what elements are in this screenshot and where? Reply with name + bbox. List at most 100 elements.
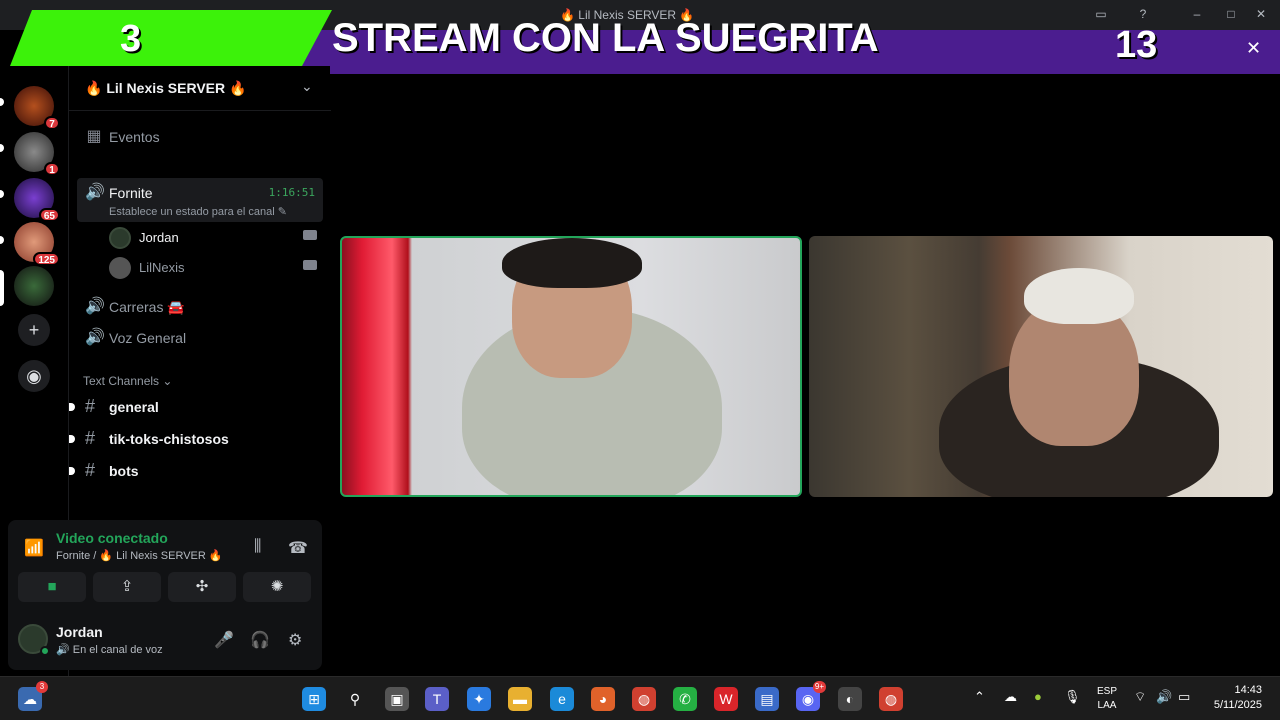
soundboard-button[interactable]: ✺ [243,572,311,602]
voice-channel-label: Carreras 🚘 [109,299,185,315]
unread-pill [0,98,4,106]
explore-icon[interactable]: ◉ [18,360,50,392]
server-badge: 125 [33,252,60,266]
signal-icon[interactable]: 📶 [24,538,44,558]
start-icon[interactable]: ⊞ [302,687,326,711]
teams-icon[interactable]: T [425,687,449,711]
banner-green-bar [10,10,332,66]
volume-icon[interactable]: 🔊 [1156,689,1172,705]
member-name: Jordan [139,230,179,245]
voice-connected-subtitle[interactable]: Fornite / 🔥 Lil Nexis SERVER 🔥 [56,549,223,562]
hash-icon: # [85,460,96,480]
unread-dot [69,435,75,443]
search-icon[interactable]: ⚲ [343,687,367,711]
chevron-down-icon[interactable]: ⌄ [301,78,313,95]
selected-pill [0,270,4,306]
server-icon[interactable]: 7 [14,86,60,130]
microphone-icon[interactable]: 🎤 [214,630,234,650]
left-score: 3 [120,18,142,60]
hash-icon: # [85,428,96,448]
voice-member[interactable]: LilNexis [109,255,323,281]
unread-dot [69,467,75,475]
camera-button[interactable]: ■ [18,572,86,602]
video-icon [303,260,317,270]
date: 5/11/2025 [1213,699,1262,711]
banner-title: STREAM CON LA SUEGRITA [332,16,879,60]
speaker-icon: 🔊 [85,184,105,201]
member-name: LilNexis [139,260,185,275]
chrome-profile-icon[interactable]: ◍ [879,687,903,711]
voice-timer: 1:16:51 [268,186,315,199]
wps-office-icon[interactable]: W [714,687,738,711]
wifi-icon[interactable]: ⌔ [1134,689,1146,705]
weather-badge: 3 [36,681,48,693]
server-icon[interactable]: 125 [14,222,60,266]
video-tile[interactable] [809,236,1273,497]
battery-icon[interactable]: ▭ [1178,689,1190,705]
divider [69,110,331,111]
hash-icon: # [85,396,96,416]
taskbar: ☁ 3 ⊞ ⚲ ▣ T ✦ ▬ e ◕ ◍ ✆ W ▤ ◉ 9+ ◐ ◍ ⌃ ☁… [0,676,1280,720]
channel-status[interactable]: Establece un estado para el canal ✎ [109,205,287,218]
speaker-icon: 🔊 [85,329,105,346]
speaker-icon: 🔊 [85,298,105,315]
server-badge: 1 [44,162,60,176]
voice-channel-fornite[interactable]: 🔊 Fornite 1:16:51 Establece un estado pa… [77,178,323,222]
app-tray-icon[interactable]: ● [1034,689,1042,704]
text-channel-general[interactable]: # general [69,392,323,422]
weather-icon[interactable]: ☁ 3 [18,681,48,711]
unread-pill [0,144,4,152]
server-icon[interactable]: 65 [14,178,60,222]
server-icon-active[interactable] [14,266,54,306]
server-icon[interactable]: 1 [14,132,60,176]
voice-channel-general[interactable]: 🔊 Voz General [77,323,323,353]
file-explorer-icon[interactable]: ▬ [508,687,532,711]
firefox-icon[interactable]: ◕ [591,687,615,711]
server-badge: 7 [44,116,60,130]
disconnect-icon[interactable]: ☎ [288,538,308,558]
voice-member[interactable]: Jordan [109,225,323,251]
onedrive-icon[interactable]: ☁ [1004,689,1017,705]
username[interactable]: Jordan [56,624,103,640]
headphones-icon[interactable]: 🎧 [250,630,270,650]
text-channels-category[interactable]: Text Channels ⌄ [83,374,172,388]
banner-close-icon[interactable]: ✕ [1246,38,1261,59]
discord-app: 🔥 Lil Nexis SERVER 🔥 ▭ ? – □ ✕ 3 STREAM … [0,0,1280,676]
chevron-up-icon[interactable]: ⌃ [974,689,985,705]
voice-connected-title: Video conectado [56,530,168,546]
text-channel-bots[interactable]: # bots [69,456,323,486]
discord-badge: 9+ [812,681,826,693]
task-view-icon[interactable]: ▣ [385,687,409,711]
edge-icon[interactable]: e [550,687,574,711]
lang-top: ESP [1097,686,1118,697]
avatar [109,257,131,279]
video-icon [303,230,317,240]
unread-dot [69,403,75,411]
voice-channel-label: Fornite [109,185,153,201]
voice-channel-carreras[interactable]: 🔊 Carreras 🚘 [77,292,323,322]
text-channel-tik-toks[interactable]: # tik-toks-chistosos [69,424,323,454]
discord-icon[interactable]: ◉ 9+ [796,681,826,711]
store-icon[interactable]: ▤ [755,687,779,711]
video-tile-speaking[interactable] [340,236,802,497]
activities-button[interactable]: ✣ [168,572,236,602]
time: 14:43 [1234,684,1262,696]
obs-icon[interactable]: ◐ [838,687,862,711]
chrome-icon[interactable]: ◍ [632,687,656,711]
clock[interactable]: 14:43 5/11/2025 [1214,683,1262,713]
microphone-tray-icon[interactable]: 🎙 [1064,689,1081,705]
events-item[interactable]: ▦ Eventos [77,122,323,152]
stream-overlay-banner: 3 STREAM CON LA SUEGRITA 13 ✕ [10,10,1280,74]
language-indicator[interactable]: ESP LAA [1097,685,1117,713]
screen-share-button[interactable]: ⇪ [93,572,161,602]
text-channel-label: bots [109,463,139,479]
noise-suppression-icon[interactable]: ⫼ [254,538,261,556]
lang-bottom: LAA [1097,700,1117,711]
gear-icon[interactable]: ⚙ [288,630,302,650]
server-name[interactable]: 🔥 Lil Nexis SERVER 🔥 [85,80,246,97]
whatsapp-icon[interactable]: ✆ [673,687,697,711]
unread-pill [0,236,4,244]
add-server-icon[interactable]: + [18,314,50,346]
copilot-icon[interactable]: ✦ [467,687,491,711]
right-score: 13 [1115,24,1158,66]
